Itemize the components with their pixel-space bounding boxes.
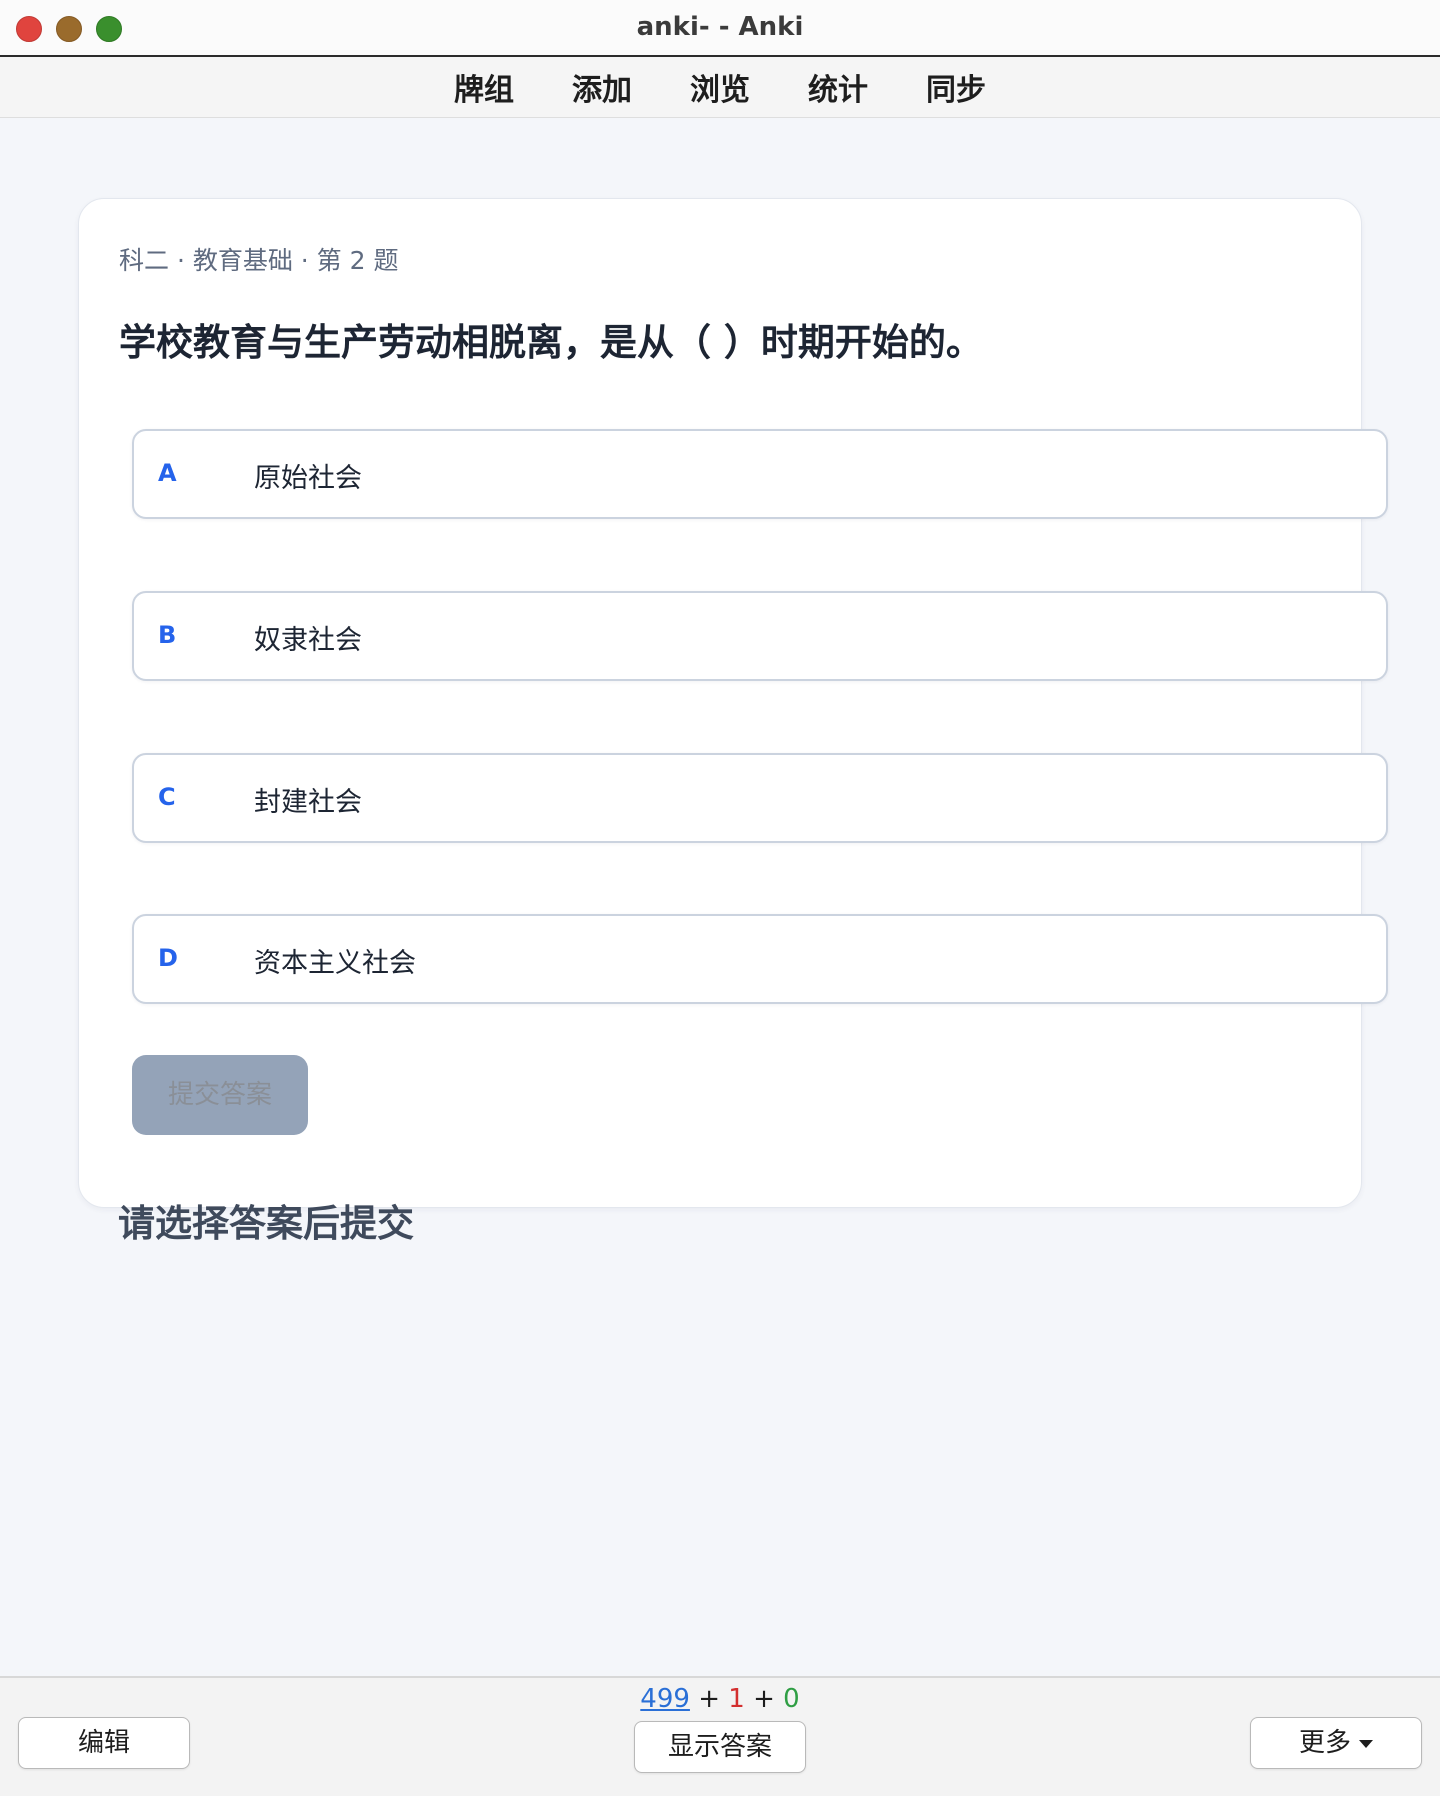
- submit-hint: 请选择答案后提交: [118, 1202, 414, 1245]
- toolbar-browse[interactable]: 浏览: [690, 65, 750, 109]
- new-count[interactable]: 499: [640, 1684, 690, 1714]
- count-separator: +: [698, 1684, 720, 1714]
- toolbar-stats[interactable]: 统计: [808, 65, 868, 109]
- option-d[interactable]: D 资本主义社会: [132, 914, 1388, 1004]
- question-text: 学校教育与生产劳动相脱离，是从（ ）时期开始的。: [119, 321, 983, 364]
- submit-answer-button[interactable]: 提交答案: [132, 1055, 308, 1135]
- question-card: 科二 · 教育基础 · 第 2 题 学校教育与生产劳动相脱离，是从（ ）时期开始…: [78, 198, 1388, 1208]
- anki-window: anki- - Anki 牌组 添加 浏览 统计 同步 科二 · 教育基础 · …: [0, 0, 1440, 1796]
- review-count: 0: [783, 1684, 800, 1714]
- more-button[interactable]: 更多: [1250, 1717, 1422, 1769]
- title-bar: anki- - Anki: [0, 0, 1440, 57]
- option-b[interactable]: B 奴隶社会: [132, 591, 1388, 681]
- bottom-bar: 499 + 1 + 0 编辑 显示答案 更多: [0, 1676, 1440, 1796]
- toolbar-sync[interactable]: 同步: [926, 65, 986, 109]
- caret-down-icon: [1359, 1739, 1373, 1748]
- option-a[interactable]: A 原始社会: [132, 429, 1388, 519]
- option-text: 封建社会: [254, 787, 362, 818]
- count-separator: +: [753, 1684, 775, 1714]
- learn-count: 1: [728, 1684, 745, 1714]
- edit-button[interactable]: 编辑: [18, 1717, 190, 1769]
- option-text: 原始社会: [254, 463, 362, 494]
- card-meta: 科二 · 教育基础 · 第 2 题: [119, 246, 399, 275]
- main-toolbar: 牌组 添加 浏览 统计 同步: [0, 57, 1440, 118]
- due-counts: 499 + 1 + 0: [0, 1684, 1440, 1714]
- option-c[interactable]: C 封建社会: [132, 753, 1388, 843]
- option-letter: A: [158, 459, 177, 487]
- review-area: 科二 · 教育基础 · 第 2 题 学校教育与生产劳动相脱离，是从（ ）时期开始…: [0, 118, 1440, 1676]
- more-label: 更多: [1298, 1728, 1351, 1758]
- option-letter: D: [158, 944, 178, 972]
- toolbar-add[interactable]: 添加: [572, 65, 632, 109]
- window-title: anki- - Anki: [636, 12, 804, 42]
- show-answer-button[interactable]: 显示答案: [634, 1721, 806, 1773]
- option-text: 奴隶社会: [254, 625, 362, 656]
- option-letter: C: [158, 783, 176, 811]
- option-text: 资本主义社会: [254, 948, 416, 979]
- option-letter: B: [158, 621, 177, 649]
- toolbar-decks[interactable]: 牌组: [454, 65, 514, 109]
